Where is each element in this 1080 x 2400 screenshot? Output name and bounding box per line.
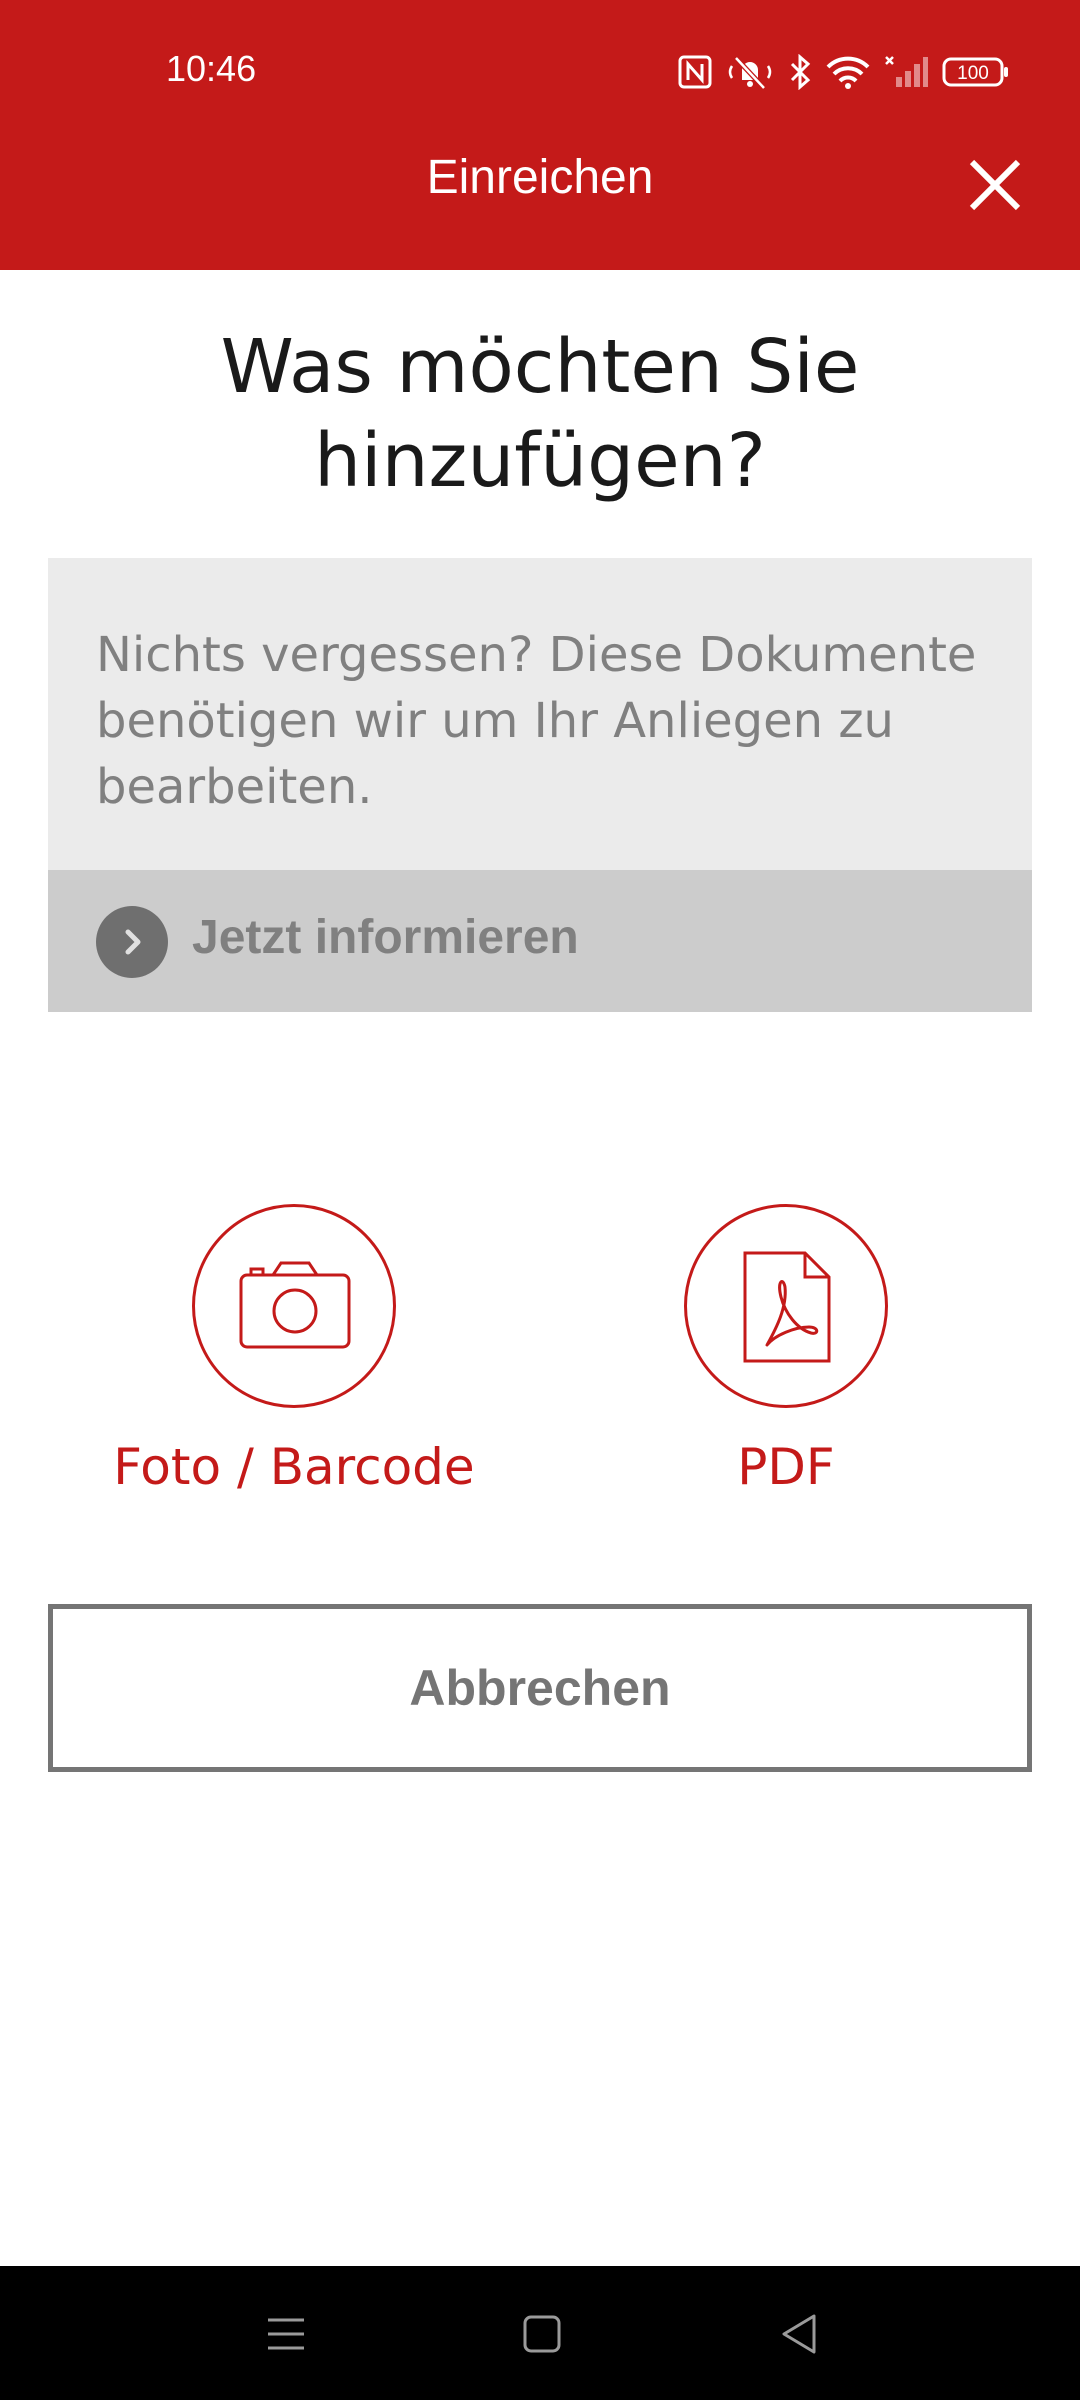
header-title: Einreichen	[426, 151, 654, 204]
info-box: Nichts vergessen? Diese Dokumente benöti…	[48, 558, 1032, 1012]
battery-icon: 100	[942, 57, 1008, 87]
back-button[interactable]	[776, 2310, 824, 2358]
chevron-right-icon	[96, 906, 168, 978]
pdf-option[interactable]: PDF	[586, 1204, 986, 1496]
home-button[interactable]	[518, 2310, 566, 2358]
info-link-label: Jetzt informieren	[192, 911, 579, 964]
cancel-label: Abbrechen	[409, 1660, 671, 1716]
status-icons: 100	[678, 50, 1010, 94]
status-time: 10:46	[166, 48, 257, 89]
photo-option-label: Foto / Barcode	[113, 1438, 475, 1496]
navigation-bar	[0, 2266, 1080, 2400]
bluetooth-icon	[790, 54, 811, 90]
home-icon	[523, 2315, 561, 2353]
photo-option-circle	[192, 1204, 396, 1408]
cancel-button[interactable]: Abbrechen	[48, 1604, 1032, 1772]
menu-icon	[268, 2318, 304, 2350]
menu-button[interactable]	[262, 2310, 310, 2358]
app-header: 10:46 100 Einreichen	[0, 0, 1080, 270]
close-button[interactable]	[960, 150, 1030, 220]
signal-icon	[885, 56, 928, 87]
info-link-button[interactable]: Jetzt informieren	[48, 870, 1032, 1012]
pdf-option-label: PDF	[737, 1438, 835, 1496]
wifi-icon	[826, 56, 870, 89]
info-text-area: Nichts vergessen? Diese Dokumente benöti…	[48, 558, 1032, 870]
pdf-icon	[743, 1251, 831, 1363]
close-icon	[969, 159, 1021, 211]
back-icon	[782, 2314, 816, 2354]
info-text: Nichts vergessen? Diese Dokumente benöti…	[96, 627, 977, 815]
nfc-icon	[678, 55, 712, 89]
camera-icon	[239, 1261, 351, 1349]
battery-level: 100	[957, 63, 989, 84]
page-title: Was möchten Sie hinzufügen?	[220, 324, 860, 504]
mute-icon	[728, 56, 772, 90]
pdf-option-circle	[684, 1204, 888, 1408]
photo-barcode-option[interactable]: Foto / Barcode	[94, 1204, 494, 1496]
